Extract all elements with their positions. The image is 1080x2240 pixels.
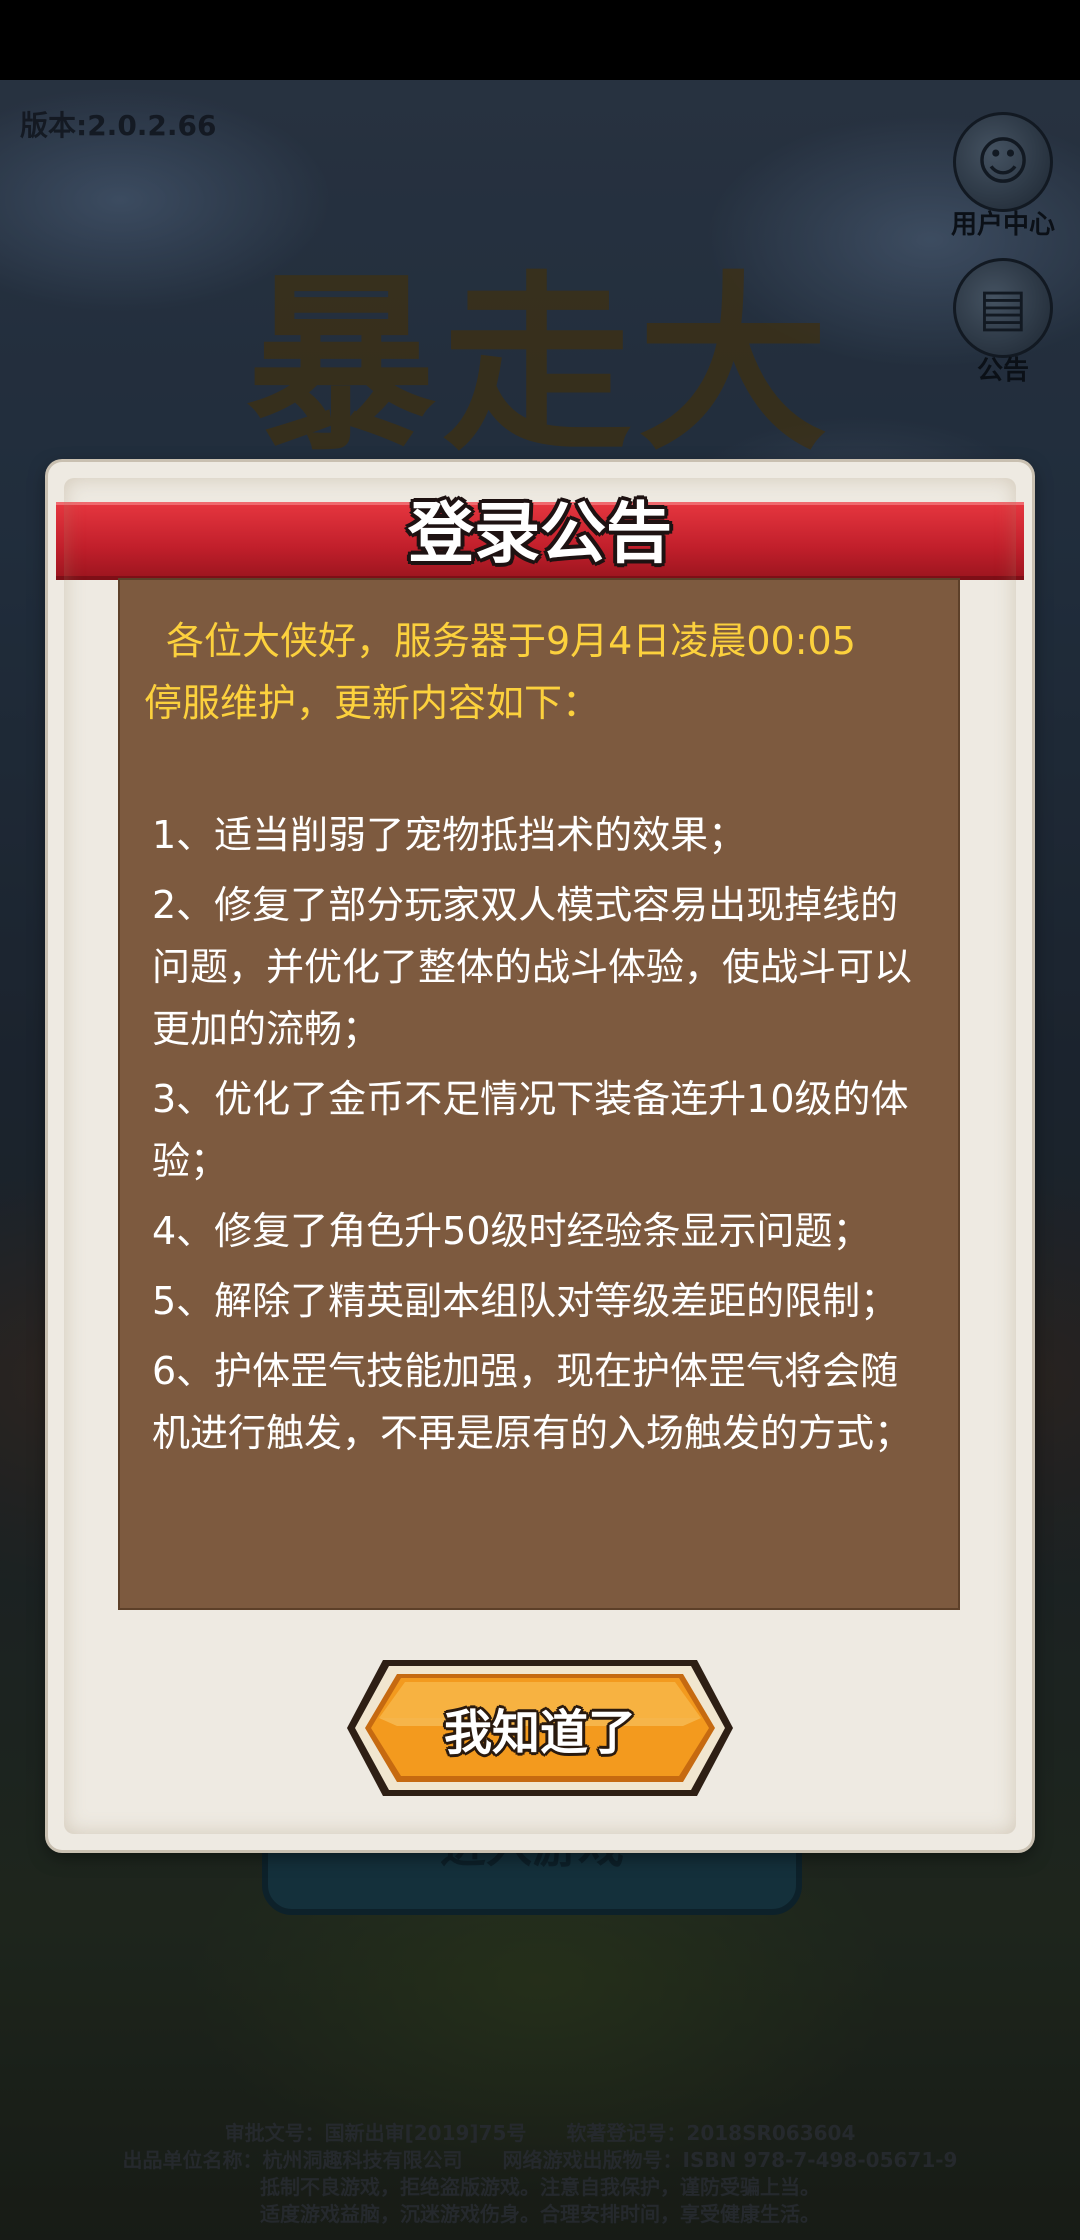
confirm-button-label: 我知道了 — [443, 1705, 636, 1761]
dialog-title: 登录公告 — [408, 495, 672, 572]
intro-line: 各位大侠好，服务器于9月4日凌晨00:05 — [166, 619, 856, 663]
update-item: 3、优化了金币不足情况下装备连升10级的体验； — [152, 1077, 909, 1183]
update-item: 1、适当削弱了宠物抵挡术的效果； — [152, 813, 747, 857]
update-item: 5、解除了精英副本组队对等级差距的限制； — [152, 1279, 899, 1323]
update-item: 6、护体罡气技能加强，现在护体罡气将会随机进行触发，不再是原有的入场触发的方式； — [152, 1349, 913, 1455]
update-item: 2、修复了部分玩家双人模式容易出现掉线的问题，并优化了整体的战斗体验，使战斗可以… — [152, 883, 913, 1051]
notice-content-scroll[interactable]: 各位大侠好，服务器于9月4日凌晨00:05 停服维护，更新内容如下： 1、适当削… — [118, 578, 960, 1610]
confirm-button[interactable]: 我知道了 — [343, 1648, 737, 1808]
status-bar — [0, 0, 1080, 80]
title-ribbon: 登录公告 — [56, 495, 1024, 580]
update-item: 4、修复了角色升50级时经验条显示问题； — [152, 1209, 871, 1253]
intro-text: 各位大侠好，服务器于9月4日凌晨00:05 停服维护，更新内容如下： — [144, 610, 930, 734]
intro-line: 停服维护，更新内容如下： — [144, 681, 601, 725]
login-notice-dialog: 登录公告 各位大侠好，服务器于9月4日凌晨00:05 停服维护，更新内容如下： … — [48, 462, 1032, 1850]
